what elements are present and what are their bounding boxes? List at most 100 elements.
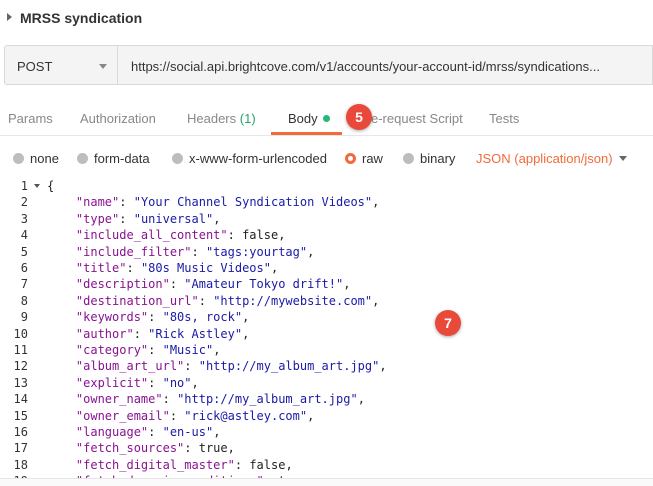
callout-badge-7: 7 [435, 310, 461, 336]
line-number: 3 [20, 211, 28, 226]
code-line: "category": "Music", [75, 343, 221, 357]
tab-params[interactable]: Params [8, 111, 53, 126]
tab-body-label: Body [288, 111, 318, 126]
collection-header[interactable]: MRSS syndication [0, 0, 653, 38]
json-key: "fetch_sources" [75, 441, 185, 456]
line-number: 11 [13, 343, 28, 357]
json-value: "http://my_album_art.jpg" [198, 359, 380, 374]
json-value: "Music" [162, 343, 214, 357]
json-value: "http://mywebsite.com" [213, 293, 373, 308]
line-number: 2 [20, 195, 28, 210]
code-line: "include_all_content": false, [75, 228, 286, 243]
code-line: "language": "en-us", [75, 425, 221, 439]
line-number: 12 [13, 359, 28, 374]
code-line: "owner_name": "http://my_album_art.jpg", [75, 392, 365, 407]
line-number: 9 [20, 310, 28, 325]
json-key: "category" [75, 343, 149, 357]
line-number: 6 [20, 261, 28, 275]
line-number: 5 [20, 244, 28, 259]
code-line: "keywords": "80s, rock", [75, 310, 250, 325]
tab-pre-request-script[interactable]: e-request Script [371, 111, 463, 126]
json-key: "author" [75, 326, 134, 341]
tab-headers-label: Headers [187, 111, 237, 126]
code-line: "include_filter": "tags:yourtag", [75, 244, 315, 259]
content-type-select[interactable]: JSON (application/json) [476, 151, 613, 166]
radio-circle-icon [403, 153, 414, 164]
code-line: "destination_url": "http://mywebsite.com… [75, 293, 380, 308]
radio-raw-label: raw [362, 151, 383, 166]
json-key: "type" [75, 211, 120, 226]
json-brace: { [47, 179, 55, 193]
code-line: "description": "Amateur Tokyo drift!", [75, 277, 351, 292]
code-line: "type": "universal", [75, 211, 221, 226]
line-number: 14 [13, 392, 28, 407]
radio-binary-label: binary [420, 151, 456, 166]
line-number: 1 [20, 179, 28, 193]
code-line: "owner_email": "rick@astley.com", [75, 408, 315, 423]
method-label: POST [17, 59, 53, 74]
code-line: "album_art_url": "http://my_album_art.jp… [75, 359, 387, 374]
radio-urlencoded[interactable]: x-www-form-urlencoded [172, 151, 327, 166]
line-number: 4 [20, 228, 28, 243]
json-value: "Your Channel Syndication Videos" [133, 195, 373, 210]
line-number-gutter: 12345678910111213141516171819 [0, 176, 40, 478]
code-line: "name": "Your Channel Syndication Videos… [75, 195, 380, 210]
chevron-down-icon [99, 64, 107, 69]
line-number: 7 [20, 277, 28, 292]
code-line: "explicit": "no", [75, 375, 199, 390]
json-key: "owner_name" [75, 392, 163, 407]
radio-binary[interactable]: binary [403, 151, 455, 166]
headers-count: (1) [239, 111, 256, 126]
radio-circle-icon [13, 153, 24, 164]
code-line: "author": "Rick Astley", [75, 326, 250, 341]
callout-badge-5: 5 [346, 104, 372, 130]
json-key: "owner_email" [75, 408, 170, 423]
json-value: true [198, 441, 228, 456]
tab-tests[interactable]: Tests [489, 111, 519, 126]
json-value: "Amateur Tokyo drift!" [184, 277, 344, 292]
json-value: "tags:yourtag" [205, 244, 308, 259]
tab-body[interactable]: Body [288, 111, 330, 126]
json-value: "Rick Astley" [148, 326, 243, 341]
method-select[interactable]: POST [4, 45, 118, 85]
line-number: 8 [20, 293, 28, 308]
radio-form-data-label: form-data [94, 151, 150, 166]
line-number: 18 [13, 457, 28, 472]
code-line: "title": "80s Music Videos", [75, 261, 279, 275]
json-value: "80s, rock" [162, 310, 243, 325]
radio-selected-icon [345, 153, 356, 164]
radio-form-data[interactable]: form-data [77, 151, 150, 166]
url-value: https://social.api.brightcove.com/v1/acc… [131, 59, 600, 74]
radio-none[interactable]: none [13, 151, 59, 166]
json-value: false [242, 228, 279, 243]
code-line: "fetch_sources": true, [75, 441, 235, 456]
caret-right-icon[interactable] [7, 13, 12, 21]
request-bar: POST https://social.api.brightcove.com/v… [4, 45, 653, 87]
json-key: "description" [75, 277, 170, 292]
line-number: 10 [13, 326, 28, 341]
radio-circle-icon [172, 153, 183, 164]
code-line: "fetch_digital_master": false, [75, 457, 293, 472]
url-input[interactable]: https://social.api.brightcove.com/v1/acc… [118, 45, 653, 85]
code-editor[interactable]: 12345678910111213141516171819 { "name": … [0, 176, 653, 478]
radio-circle-icon [77, 153, 88, 164]
tab-authorization[interactable]: Authorization [80, 111, 156, 126]
line-number: 15 [13, 408, 28, 423]
chevron-down-icon[interactable] [619, 156, 627, 161]
json-value: "universal" [133, 211, 214, 226]
line-number: 17 [13, 441, 28, 456]
json-key: "include_all_content" [75, 228, 228, 243]
line-number: 13 [13, 375, 28, 390]
fold-arrow-icon[interactable] [34, 184, 40, 188]
json-key: "fetch_digital_master" [75, 457, 235, 472]
line-number: 16 [13, 425, 28, 439]
json-key: "title" [75, 261, 127, 275]
radio-urlencoded-label: x-www-form-urlencoded [189, 151, 327, 166]
tab-headers[interactable]: Headers (1) [187, 111, 256, 126]
radio-raw[interactable]: raw [345, 151, 383, 166]
body-indicator-dot [322, 115, 330, 122]
collection-title: MRSS syndication [20, 10, 143, 26]
json-key: "keywords" [75, 310, 149, 325]
json-value: "80s Music Videos" [140, 261, 271, 275]
json-value: "en-us" [162, 425, 214, 439]
